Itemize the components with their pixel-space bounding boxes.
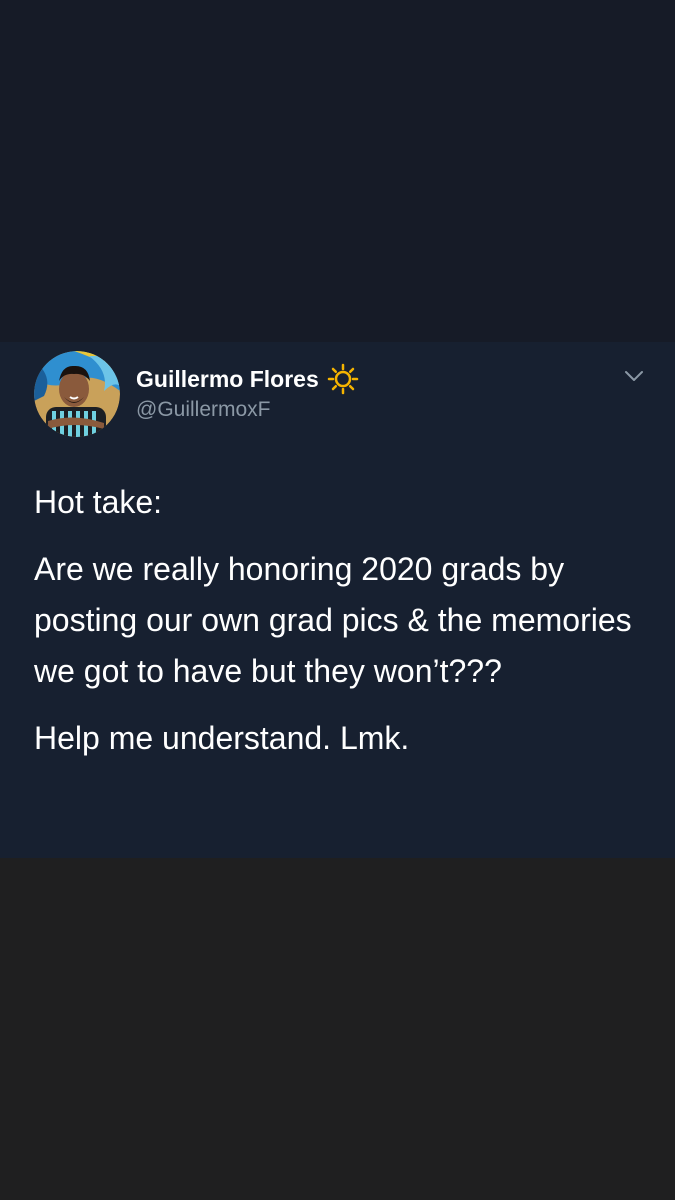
bottom-background (0, 858, 675, 1200)
tweet-paragraph: Hot take: (34, 484, 163, 520)
avatar[interactable] (34, 351, 120, 437)
top-background (0, 0, 675, 342)
sun-icon (327, 363, 359, 395)
username-handle[interactable]: @GuillermoxF (136, 398, 271, 422)
chevron-down-icon[interactable] (622, 366, 646, 386)
tweet-text: Hot take: Are we really honoring 2020 gr… (34, 477, 654, 780)
tweet-paragraph: Are we really honoring 2020 grads by pos… (34, 551, 632, 689)
display-name[interactable]: Guillermo Flores (136, 366, 319, 393)
author-name-row[interactable]: Guillermo Flores (136, 363, 359, 395)
tweet-paragraph: Help me understand. Lmk. (34, 720, 410, 756)
